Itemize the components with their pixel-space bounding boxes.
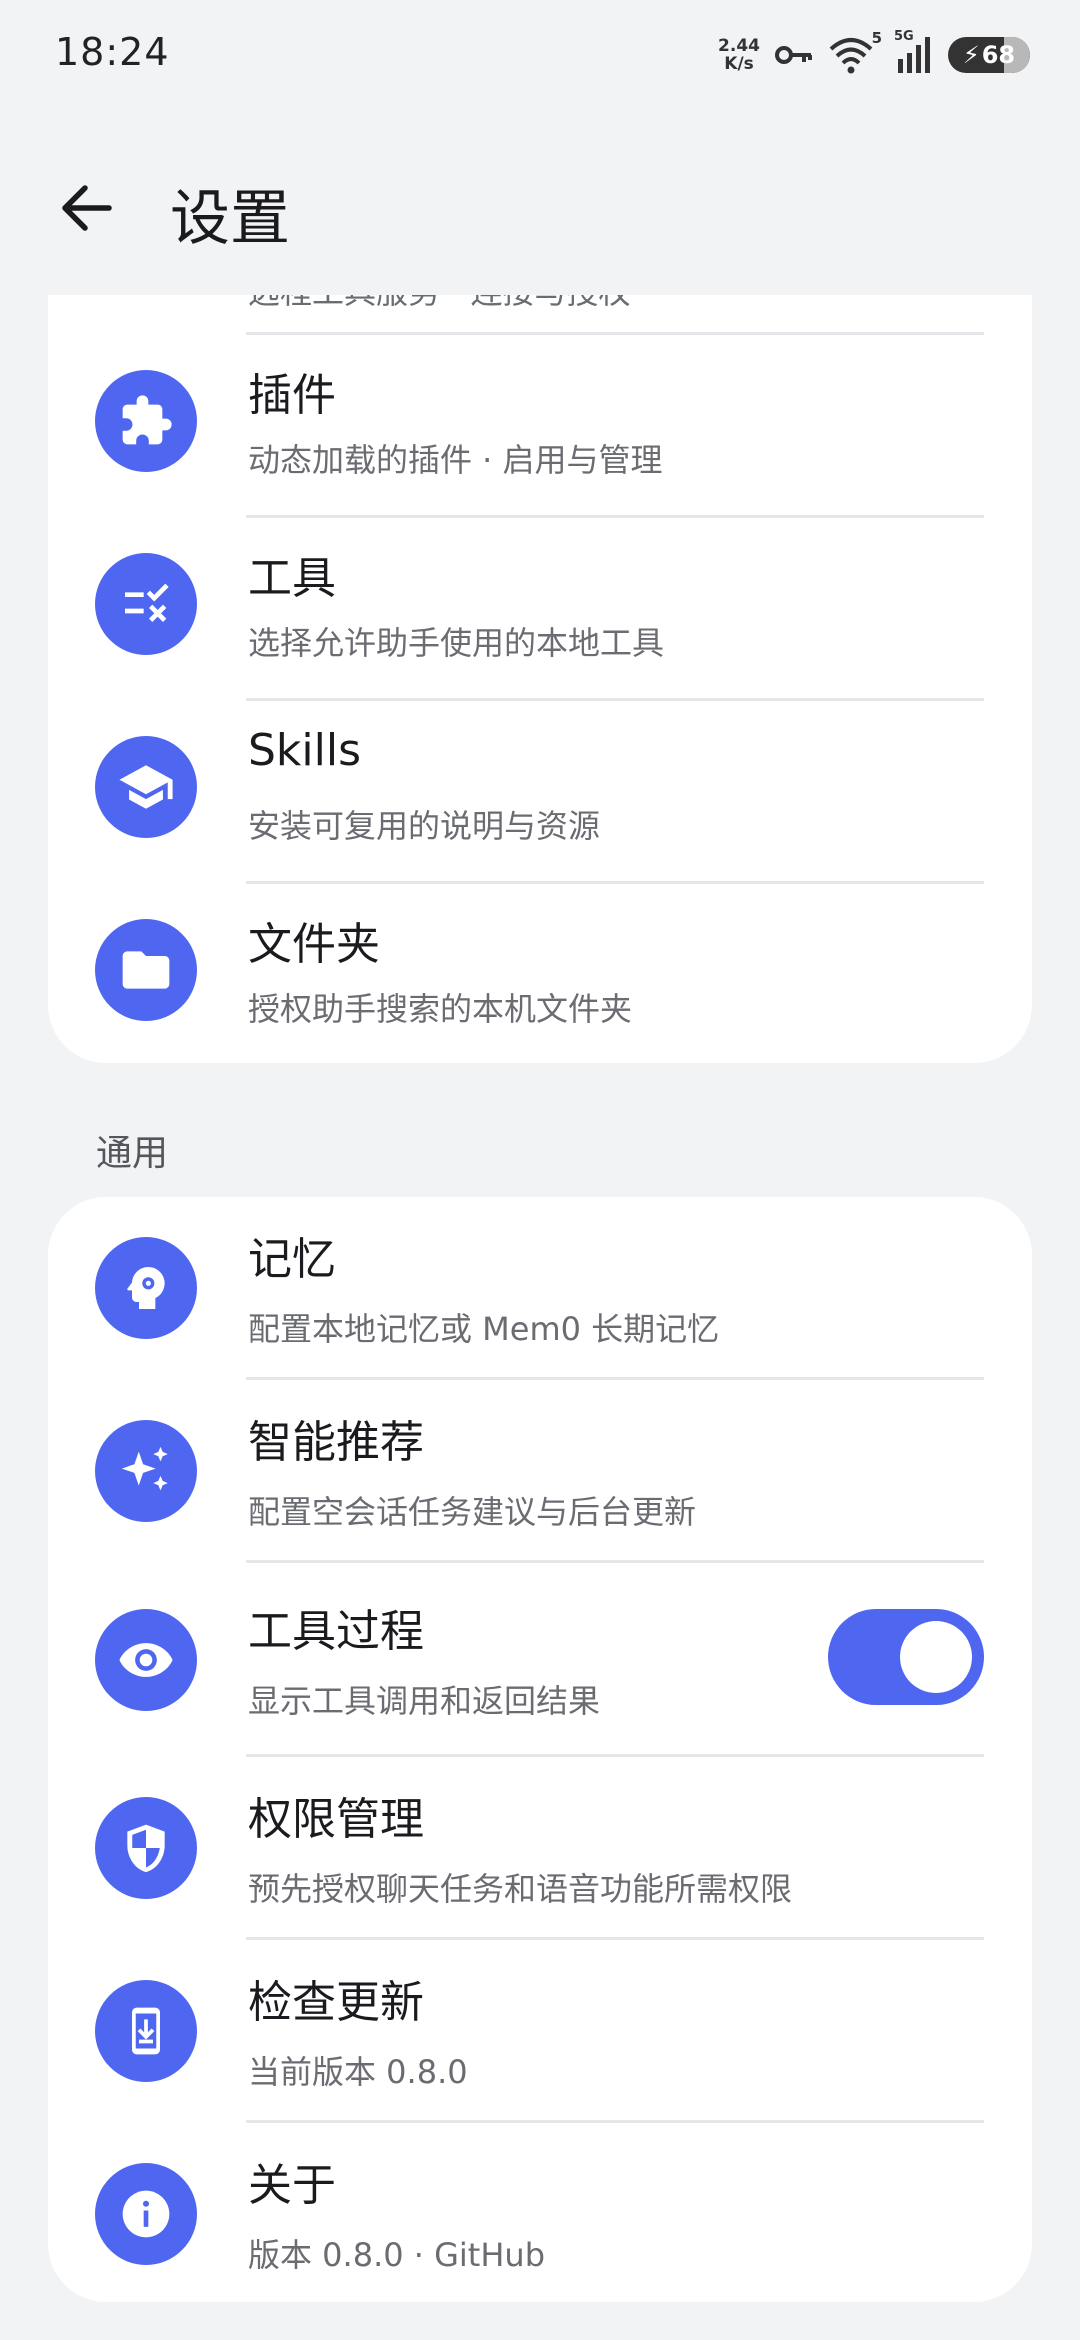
item-title: 记忆 xyxy=(248,1234,336,1285)
status-icons: 2.44 K/s 5 5G ⚡ 68 xyxy=(718,29,1030,80)
item-title: 权限管理 xyxy=(248,1794,424,1845)
item-title: 文件夹 xyxy=(248,919,380,970)
wifi-indicator: 5 xyxy=(828,29,882,75)
battery-indicator: ⚡ 68 xyxy=(948,37,1030,73)
list-item-skills[interactable]: Skills 安装可复用的说明与资源 xyxy=(48,701,1032,883)
list-item-permissions[interactable]: 权限管理 预先授权聊天任务和语音功能所需权限 xyxy=(48,1757,1032,1939)
item-subtitle: 预先授权聊天任务和语音功能所需权限 xyxy=(248,1870,793,1908)
info-icon xyxy=(95,2163,197,2265)
item-title: Skills xyxy=(248,725,362,776)
arrow-back-icon xyxy=(62,185,112,231)
item-subtitle: 配置空会话任务建议与后台更新 xyxy=(248,1493,697,1531)
battery-level: 68 xyxy=(981,41,1016,69)
charging-bolt-icon: ⚡ xyxy=(962,41,980,69)
tool-process-toggle[interactable] xyxy=(828,1609,984,1705)
app-bar: 设置 xyxy=(0,150,1080,260)
status-bar: 18:24 2.44 K/s 5 5G ⚡ 68 xyxy=(0,0,1080,110)
item-subtitle: 版本 0.8.0 · GitHub xyxy=(248,2236,546,2274)
cell-badge: 5G xyxy=(894,29,914,44)
cell-indicator: 5G xyxy=(894,29,934,75)
page-title: 设置 xyxy=(170,184,290,254)
network-speed: 2.44 K/s xyxy=(718,37,760,73)
checklist-icon xyxy=(95,553,197,655)
item-subtitle: 显示工具调用和返回结果 xyxy=(248,1682,601,1720)
list-item-tools[interactable]: 工具 选择允许助手使用的本地工具 xyxy=(48,518,1032,700)
puzzle-icon xyxy=(95,370,197,472)
item-title: 工具 xyxy=(248,553,336,604)
item-title: 插件 xyxy=(248,370,336,421)
list-item-check-update[interactable]: 检查更新 当前版本 0.8.0 xyxy=(48,1940,1032,2122)
network-speed-unit: K/s xyxy=(724,54,754,74)
head-gear-icon xyxy=(95,1237,197,1339)
list-item-folders[interactable]: 文件夹 授权助手搜索的本机文件夹 xyxy=(48,884,1032,1063)
back-button[interactable] xyxy=(40,168,130,248)
graduation-cap-icon xyxy=(95,736,197,838)
item-subtitle: 当前版本 0.8.0 xyxy=(248,2053,468,2091)
list-item-tool-process[interactable]: 工具过程 显示工具调用和返回结果 xyxy=(48,1563,1032,1756)
network-speed-value: 2.44 xyxy=(718,36,760,56)
toggle-knob xyxy=(900,1621,972,1693)
shield-icon xyxy=(95,1797,197,1899)
partial-item-subtitle: 远程工具服务 · 连接与授权 xyxy=(248,295,631,313)
general-card: 记忆 配置本地记忆或 Mem0 长期记忆 智能推荐 配置空会话任务建议与后台更新… xyxy=(48,1197,1032,2302)
vpn-key-icon xyxy=(775,46,812,64)
list-item-memory[interactable]: 记忆 配置本地记忆或 Mem0 长期记忆 xyxy=(48,1197,1032,1379)
item-title: 工具过程 xyxy=(248,1606,424,1657)
wifi-icon xyxy=(829,38,873,74)
item-subtitle: 选择允许助手使用的本地工具 xyxy=(248,624,665,662)
wifi-badge: 5 xyxy=(871,29,882,47)
sparkles-icon xyxy=(95,1420,197,1522)
phone-download-icon xyxy=(95,1980,197,2082)
item-title: 检查更新 xyxy=(248,1977,424,2028)
item-title: 智能推荐 xyxy=(248,1417,424,1468)
item-subtitle: 动态加载的插件 · 启用与管理 xyxy=(248,441,663,479)
status-time: 18:24 xyxy=(55,30,170,74)
tools-card: 远程工具服务 · 连接与授权 插件 动态加载的插件 · 启用与管理 工具 选择允… xyxy=(48,295,1032,1063)
list-item-about[interactable]: 关于 版本 0.8.0 · GitHub xyxy=(48,2123,1032,2302)
list-item-smart-recommendations[interactable]: 智能推荐 配置空会话任务建议与后台更新 xyxy=(48,1380,1032,1562)
eye-icon xyxy=(95,1609,197,1711)
item-title: 关于 xyxy=(248,2160,336,2211)
list-item-plugins[interactable]: 插件 动态加载的插件 · 启用与管理 xyxy=(48,335,1032,517)
item-subtitle: 安装可复用的说明与资源 xyxy=(248,807,601,845)
section-label-general: 通用 xyxy=(96,1133,169,1174)
item-subtitle: 授权助手搜索的本机文件夹 xyxy=(248,990,633,1028)
folder-icon xyxy=(95,919,197,1021)
item-subtitle: 配置本地记忆或 Mem0 长期记忆 xyxy=(248,1310,720,1348)
